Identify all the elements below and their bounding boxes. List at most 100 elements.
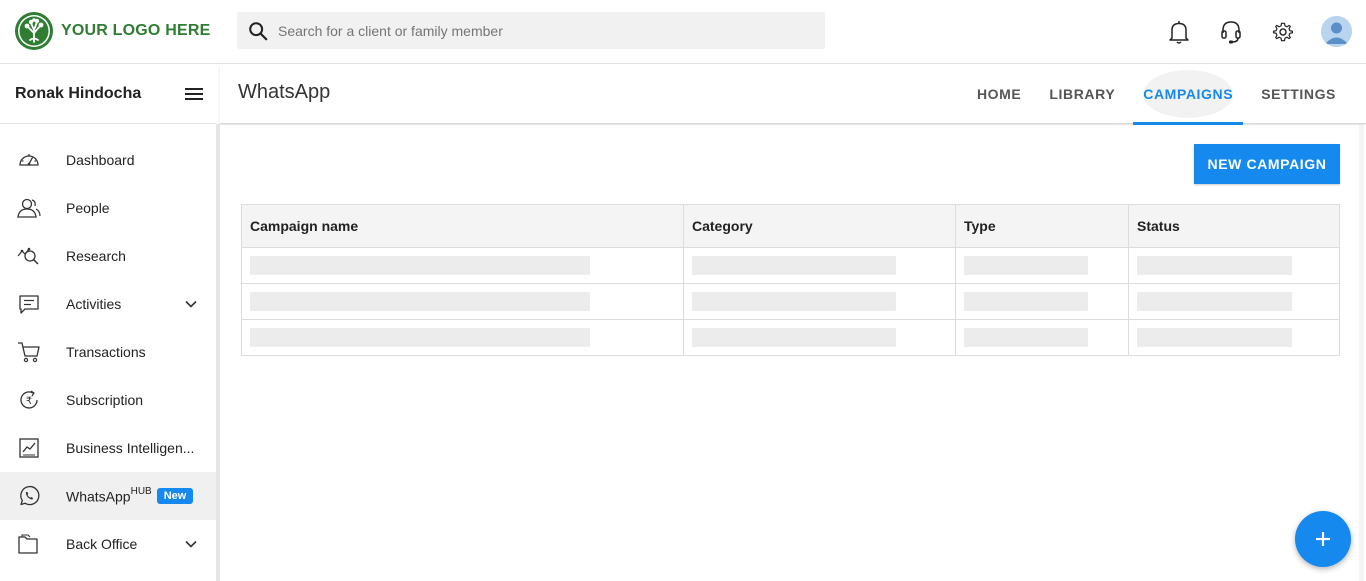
hub-superscript: HUB <box>130 485 152 497</box>
table-row <box>241 247 1340 284</box>
column-header-status[interactable]: Status <box>1128 204 1340 248</box>
bell-icon <box>1169 20 1189 44</box>
avatar[interactable] <box>1321 16 1352 47</box>
people-icon <box>16 195 42 221</box>
content-header: WhatsApp HOME LIBRARY CAMPAIGNS SETTINGS <box>220 64 1366 125</box>
loading-placeholder <box>1137 292 1292 311</box>
page-title: WhatsApp <box>238 81 331 103</box>
loading-placeholder <box>692 328 896 347</box>
loading-placeholder <box>964 292 1088 311</box>
sidebar-user-row: Ronak Hindocha <box>0 64 216 124</box>
column-header-category[interactable]: Category <box>683 204 956 248</box>
logo[interactable]: YOUR LOGO HERE <box>14 11 210 51</box>
main-scrollbar[interactable] <box>1359 125 1364 581</box>
search-input[interactable] <box>278 22 798 39</box>
table-cell <box>1128 283 1340 320</box>
sidebar-item-business-intelligence[interactable]: Business Intelligen... <box>0 424 216 472</box>
loading-placeholder <box>964 328 1088 347</box>
tab-home[interactable]: HOME <box>967 64 1031 124</box>
sidebar-item-label: WhatsAppHUB <box>66 485 152 505</box>
tab-settings[interactable]: SETTINGS <box>1251 64 1346 124</box>
table-cell <box>241 247 684 284</box>
rupee-cycle-icon: ₹ <box>16 387 42 413</box>
table-cell <box>241 319 684 356</box>
speedometer-icon <box>16 147 42 173</box>
table-row <box>241 319 1340 356</box>
svg-text:₹: ₹ <box>26 396 32 407</box>
loading-placeholder <box>692 292 896 311</box>
table-cell <box>1128 319 1340 356</box>
whatsapp-label: WhatsApp <box>66 488 131 505</box>
chevron-down-icon[interactable] <box>184 537 198 551</box>
headset-icon <box>1221 20 1241 43</box>
add-fab-button[interactable] <box>1295 511 1351 567</box>
new-campaign-button[interactable]: NEW CAMPAIGN <box>1194 144 1340 184</box>
hamburger-icon <box>185 87 203 100</box>
column-header-campaign-name[interactable]: Campaign name <box>241 204 684 248</box>
search-bar[interactable] <box>237 12 825 49</box>
loading-placeholder <box>250 328 590 347</box>
tab-library[interactable]: LIBRARY <box>1039 64 1125 124</box>
table-cell <box>955 319 1129 356</box>
table-cell <box>241 283 684 320</box>
sidebar-item-subscription[interactable]: ₹ Subscription <box>0 376 216 424</box>
loading-placeholder <box>250 292 590 311</box>
sidebar-item-people[interactable]: People <box>0 184 216 232</box>
folder-icon <box>16 531 42 557</box>
sidebar-item-label: Business Intelligen... <box>66 440 195 456</box>
column-header-type[interactable]: Type <box>955 204 1129 248</box>
whatsapp-icon <box>16 483 42 509</box>
sidebar-item-dashboard[interactable]: Dashboard <box>0 136 216 184</box>
sidebar-item-label: People <box>66 200 110 216</box>
sidebar: Ronak Hindocha Dashboard People Research… <box>0 64 216 581</box>
loading-placeholder <box>250 256 590 275</box>
sidebar-item-label: Back Office <box>66 536 138 552</box>
loading-placeholder <box>964 256 1088 275</box>
user-name: Ronak Hindocha <box>15 84 142 102</box>
loading-placeholder <box>1137 256 1292 275</box>
user-avatar-icon <box>1321 16 1352 47</box>
table-cell <box>1128 247 1340 284</box>
cart-icon <box>16 339 42 365</box>
tab-campaigns-label: CAMPAIGNS <box>1143 86 1234 102</box>
sidebar-item-label: Subscription <box>66 392 144 408</box>
plus-icon <box>1316 532 1330 546</box>
sidebar-item-research[interactable]: Research <box>0 232 216 280</box>
tree-logo-icon <box>15 12 53 50</box>
table-cell <box>683 247 956 284</box>
chat-list-icon <box>16 291 42 317</box>
loading-placeholder <box>692 256 896 275</box>
tab-bar: HOME LIBRARY CAMPAIGNS SETTINGS <box>959 64 1346 125</box>
sidebar-nav: Dashboard People Research Activities Tra… <box>0 136 216 568</box>
chart-icon <box>16 435 42 461</box>
top-icon-group <box>1141 16 1352 47</box>
table-cell <box>683 283 956 320</box>
new-badge: New <box>156 488 194 504</box>
sidebar-item-back-office[interactable]: Back Office <box>0 520 216 568</box>
table-cell <box>683 319 956 356</box>
gear-icon <box>1272 22 1294 41</box>
table-cell <box>955 247 1129 284</box>
sidebar-item-label: Activities <box>66 296 122 312</box>
loading-placeholder <box>1137 328 1292 347</box>
sidebar-item-activities[interactable]: Activities <box>0 280 216 328</box>
table-cell <box>955 283 1129 320</box>
sidebar-item-label: Transactions <box>66 344 146 360</box>
notifications-button[interactable] <box>1165 17 1193 47</box>
sidebar-item-transactions[interactable]: Transactions <box>0 328 216 376</box>
chevron-down-icon[interactable] <box>184 297 198 311</box>
main-content: NEW CAMPAIGN Campaign name Category Type… <box>220 125 1366 581</box>
sidebar-item-label: Dashboard <box>66 152 135 168</box>
menu-toggle-button[interactable] <box>184 86 204 102</box>
top-bar: YOUR LOGO HERE <box>0 0 1366 64</box>
table-row <box>241 283 1340 320</box>
logo-text: YOUR LOGO HERE <box>61 22 211 39</box>
sidebar-item-whatsapp[interactable]: WhatsAppHUB New <box>0 472 216 520</box>
table-header-row: Campaign name Category Type Status <box>241 204 1340 248</box>
settings-button[interactable] <box>1269 17 1297 47</box>
campaigns-table: Campaign name Category Type Status <box>241 204 1340 356</box>
support-button[interactable] <box>1217 17 1245 47</box>
tab-campaigns[interactable]: CAMPAIGNS <box>1133 64 1244 125</box>
sidebar-item-label: Research <box>66 248 126 264</box>
search-icon <box>249 21 268 40</box>
